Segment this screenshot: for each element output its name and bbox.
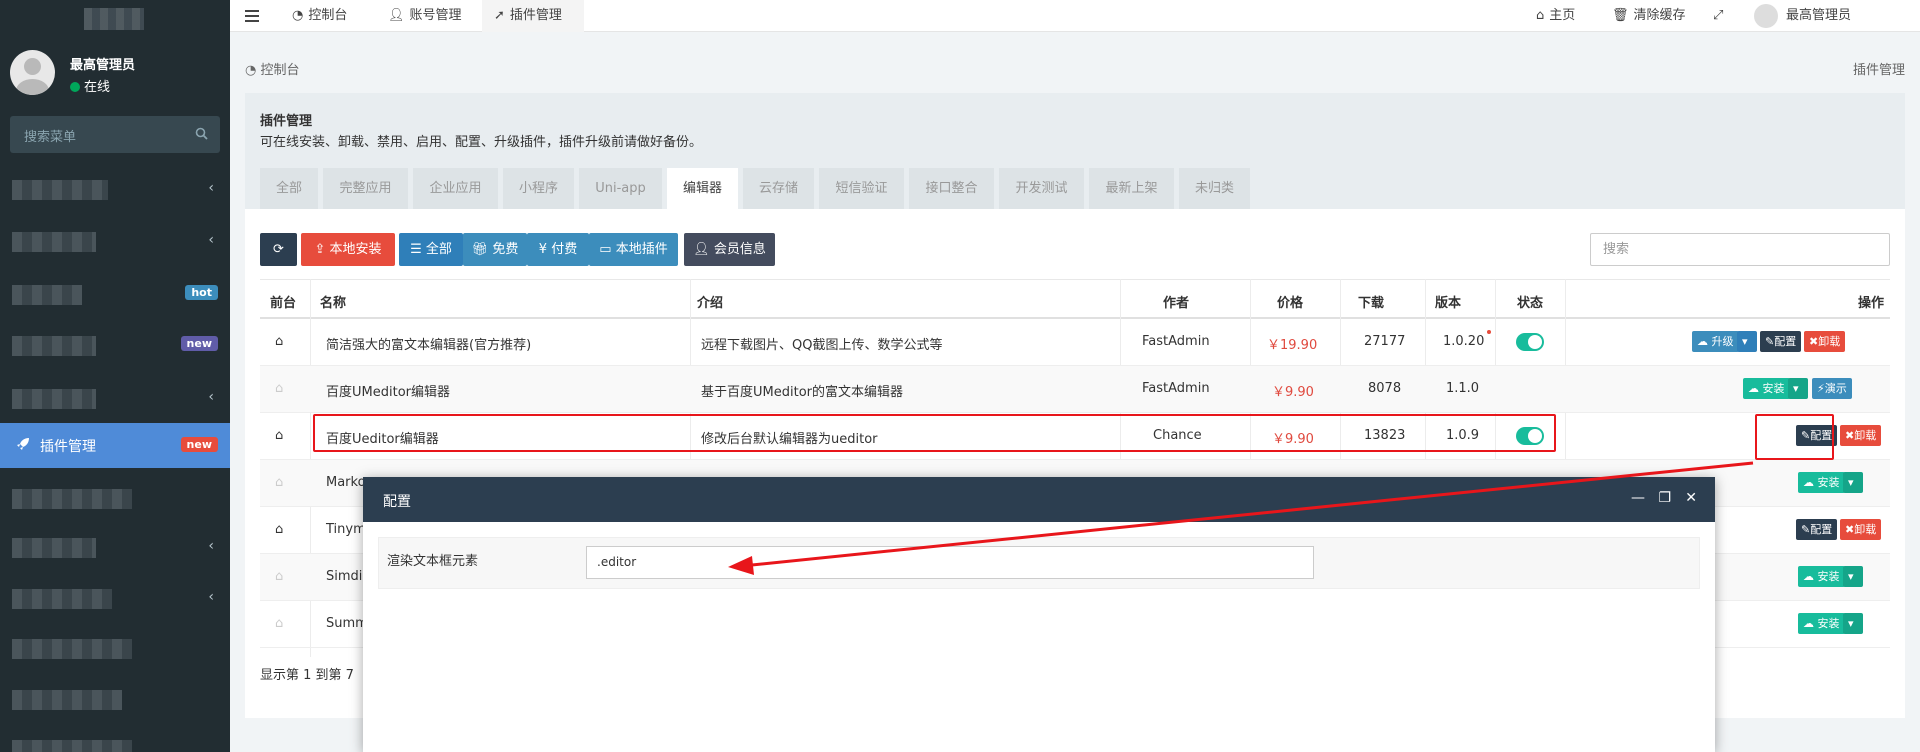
annotation-arrow bbox=[728, 461, 1754, 575]
